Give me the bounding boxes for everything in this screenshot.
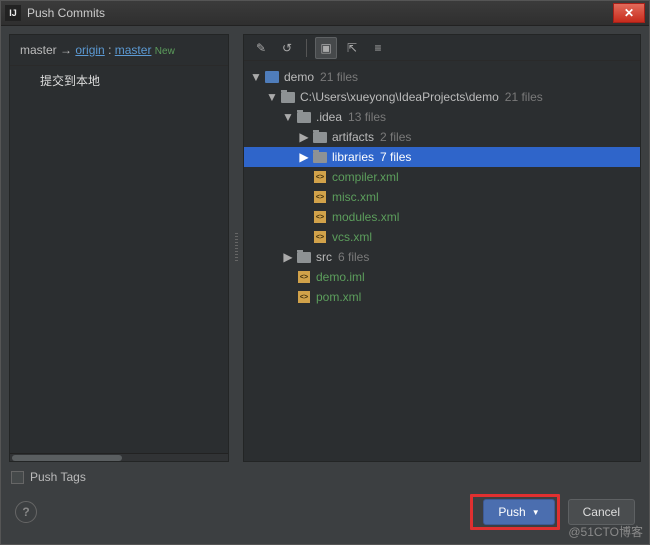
separator — [306, 39, 307, 57]
node-meta: 7 files — [380, 150, 411, 164]
node-meta: 21 files — [505, 90, 543, 104]
file-node[interactable]: <> modules.xml — [244, 207, 640, 227]
commit-item[interactable]: 提交到本地 — [10, 66, 228, 95]
folder-node[interactable]: ▶ artifacts 2 files — [244, 127, 640, 147]
folder-icon — [296, 250, 312, 264]
file-icon: <> — [312, 190, 328, 204]
node-meta: 21 files — [320, 70, 358, 84]
node-label: vcs.xml — [332, 230, 372, 244]
node-label: misc.xml — [332, 190, 379, 204]
cancel-button[interactable]: Cancel — [568, 499, 635, 525]
file-icon: <> — [312, 210, 328, 224]
file-node[interactable]: <> compiler.xml — [244, 167, 640, 187]
horizontal-scrollbar[interactable] — [10, 453, 228, 461]
files-panel: ✎ ↺ ▣ ⇱ ≡ ▼ demo 21 files ▼ C:\Users\xueyong… — [243, 34, 641, 462]
highlight-box: Push▼ — [470, 494, 559, 530]
remote-link[interactable]: origin — [75, 43, 104, 57]
node-label: compiler.xml — [332, 170, 399, 184]
new-badge: New — [155, 46, 175, 57]
file-node[interactable]: <> vcs.xml — [244, 227, 640, 247]
folder-node[interactable]: ▼ demo 21 files — [244, 67, 640, 87]
tree-toggle[interactable]: ▶ — [282, 250, 294, 264]
folder-icon — [312, 150, 328, 164]
push-tags-checkbox[interactable] — [11, 471, 24, 484]
file-icon: <> — [312, 170, 328, 184]
group-by-icon[interactable]: ▣ — [315, 37, 337, 59]
push-tags-row: Push Tags — [11, 470, 639, 484]
push-tags-label: Push Tags — [30, 470, 86, 484]
file-node[interactable]: <> misc.xml — [244, 187, 640, 207]
folder-icon — [312, 130, 328, 144]
push-button[interactable]: Push▼ — [483, 499, 554, 525]
edit-icon[interactable]: ✎ — [250, 37, 272, 59]
titlebar[interactable]: IJ Push Commits ✕ — [1, 1, 649, 26]
help-button[interactable]: ? — [15, 501, 37, 523]
close-button[interactable]: ✕ — [613, 3, 645, 23]
node-label: pom.xml — [316, 290, 361, 304]
folder-node[interactable]: ▶ libraries 7 files — [244, 147, 640, 167]
node-label: artifacts — [332, 130, 374, 144]
tree-toggle[interactable]: ▼ — [250, 70, 262, 84]
splitter[interactable] — [231, 34, 241, 462]
file-icon: <> — [296, 290, 312, 304]
node-meta: 13 files — [348, 110, 386, 124]
node-meta: 2 files — [380, 130, 411, 144]
node-meta: 6 files — [338, 250, 369, 264]
tracking-branch-link[interactable]: master — [115, 43, 152, 57]
folder-node[interactable]: ▼ C:\Users\xueyong\IdeaProjects\demo 21 fi… — [244, 87, 640, 107]
files-toolbar: ✎ ↺ ▣ ⇱ ≡ — [244, 35, 640, 61]
window-title: Push Commits — [27, 6, 105, 20]
project-icon — [264, 70, 280, 84]
branch-bar: master → origin : master New — [10, 35, 228, 66]
file-node[interactable]: <> demo.iml — [244, 267, 640, 287]
folder-node[interactable]: ▶ src 6 files — [244, 247, 640, 267]
collapse-all-icon[interactable]: ≡ — [367, 37, 389, 59]
file-node[interactable]: <> pom.xml — [244, 287, 640, 307]
node-label: C:\Users\xueyong\IdeaProjects\demo — [300, 90, 499, 104]
node-label: demo — [284, 70, 314, 84]
tree-toggle[interactable]: ▶ — [298, 130, 310, 144]
node-label: libraries — [332, 150, 374, 164]
commit-list[interactable]: 提交到本地 — [10, 66, 228, 453]
app-icon: IJ — [5, 5, 21, 21]
file-icon: <> — [312, 230, 328, 244]
tree-toggle[interactable]: ▼ — [266, 90, 278, 104]
node-label: .idea — [316, 110, 342, 124]
changes-tree[interactable]: ▼ demo 21 files ▼ C:\Users\xueyong\IdeaProje… — [244, 61, 640, 461]
node-label: src — [316, 250, 332, 264]
node-label: demo.iml — [316, 270, 365, 284]
revert-icon[interactable]: ↺ — [276, 37, 298, 59]
folder-node[interactable]: ▼ .idea 13 files — [244, 107, 640, 127]
local-branch: master — [20, 43, 57, 57]
dialog-footer: ? Push▼ Cancel — [9, 486, 641, 536]
commits-panel: master → origin : master New 提交到本地 — [9, 34, 229, 462]
folder-icon — [280, 90, 296, 104]
chevron-down-icon: ▼ — [532, 508, 540, 517]
expand-all-icon[interactable]: ⇱ — [341, 37, 363, 59]
tree-toggle[interactable]: ▼ — [282, 110, 294, 124]
file-icon: <> — [296, 270, 312, 284]
push-commits-dialog: IJ Push Commits ✕ master → origin : mast… — [0, 0, 650, 545]
folder-icon — [296, 110, 312, 124]
node-label: modules.xml — [332, 210, 399, 224]
tree-toggle[interactable]: ▶ — [298, 150, 310, 164]
